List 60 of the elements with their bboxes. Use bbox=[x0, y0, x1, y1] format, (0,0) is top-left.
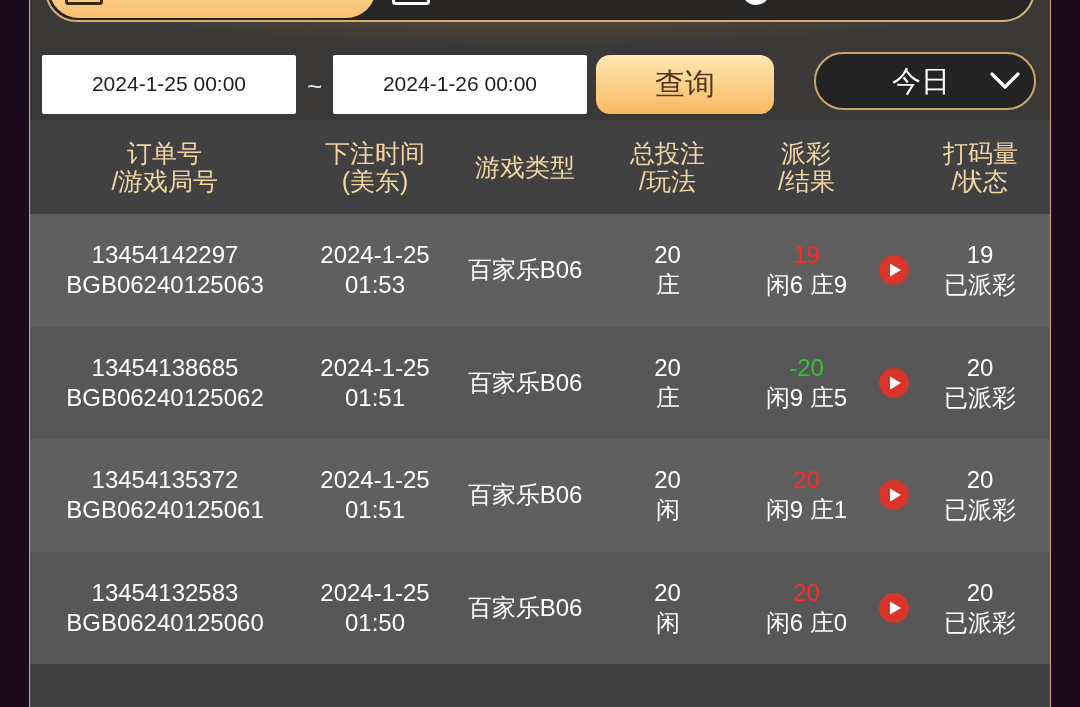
payout-amount: 19 bbox=[793, 240, 820, 271]
bet-time: 01:51 bbox=[344, 495, 406, 526]
status-text: 已派彩 bbox=[944, 382, 1016, 413]
bet-amount: 20 bbox=[654, 465, 681, 496]
status-text: 已派彩 bbox=[944, 495, 1016, 526]
bet-time: 01:51 bbox=[344, 382, 406, 413]
turnover-amount: 20 bbox=[966, 465, 994, 496]
play-icon[interactable] bbox=[879, 255, 909, 286]
range-separator: ~ bbox=[305, 70, 324, 101]
payout-amount: -20 bbox=[789, 352, 824, 383]
payout-amount: 20 bbox=[793, 577, 820, 608]
bet-date: 2024-1-25 bbox=[320, 352, 430, 383]
chevron-down-icon bbox=[990, 72, 1020, 90]
bet-choice: 闲 bbox=[655, 495, 680, 526]
round-number: BGB06240125062 bbox=[66, 382, 264, 413]
order-number: 13454135372 bbox=[91, 465, 239, 496]
game-result: 闲6 庄9 bbox=[765, 270, 848, 301]
bet-date: 2024-1-25 bbox=[320, 240, 430, 271]
turnover-amount: 20 bbox=[966, 352, 994, 383]
game-result: 闲9 庄1 bbox=[765, 495, 848, 526]
game-type: 百家乐B06 bbox=[467, 592, 583, 623]
bet-choice: 庄 bbox=[655, 382, 680, 413]
bet-choice: 庄 bbox=[655, 270, 680, 301]
bet-time: 01:50 bbox=[344, 607, 406, 638]
game-result: 闲6 庄0 bbox=[765, 607, 848, 638]
column-header: 订单号 /游戏局号 bbox=[111, 139, 219, 195]
game-type: 百家乐B06 bbox=[467, 480, 583, 511]
turnover-amount: 20 bbox=[966, 577, 994, 608]
round-number: BGB06240125060 bbox=[66, 607, 264, 638]
play-icon[interactable] bbox=[879, 367, 909, 398]
bet-date: 2024-1-25 bbox=[320, 577, 430, 608]
start-date-field[interactable]: 2024-1-25 00:00 bbox=[42, 54, 296, 114]
order-number: 13454132583 bbox=[91, 577, 239, 608]
status-text: 已派彩 bbox=[944, 607, 1016, 638]
bet-amount: 20 bbox=[654, 577, 681, 608]
column-header: 派彩 /结果 bbox=[778, 139, 835, 195]
status-text: 已派彩 bbox=[944, 270, 1016, 301]
bet-choice: 闲 bbox=[655, 607, 680, 638]
round-number: BGB06240125061 bbox=[66, 495, 264, 526]
column-header: 下注时间 (美东) bbox=[325, 139, 425, 195]
order-number: 13454142297 bbox=[91, 240, 239, 271]
column-header: 打码量 /状态 bbox=[942, 139, 1018, 195]
column-header: 游戏类型 bbox=[475, 153, 575, 181]
bet-amount: 20 bbox=[654, 352, 681, 383]
game-type: 百家乐B06 bbox=[467, 255, 583, 286]
end-date-field[interactable]: 2024-1-26 00:00 bbox=[333, 54, 587, 114]
turnover-amount: 19 bbox=[966, 240, 994, 271]
round-number: BGB06240125063 bbox=[66, 270, 264, 301]
play-icon[interactable] bbox=[879, 592, 909, 623]
order-number: 13454138685 bbox=[91, 352, 239, 383]
play-icon[interactable] bbox=[879, 480, 909, 511]
query-button[interactable]: 查询 bbox=[596, 54, 774, 114]
period-dropdown[interactable]: 今日 bbox=[814, 52, 1036, 110]
bet-time: 01:53 bbox=[344, 270, 406, 301]
game-type: 百家乐B06 bbox=[467, 367, 583, 398]
game-result: 闲9 庄5 bbox=[765, 382, 848, 413]
payout-amount: 20 bbox=[793, 465, 820, 496]
bet-date: 2024-1-25 bbox=[320, 465, 430, 496]
bet-amount: 20 bbox=[654, 240, 681, 271]
column-header: 总投注 /玩法 bbox=[630, 139, 705, 195]
